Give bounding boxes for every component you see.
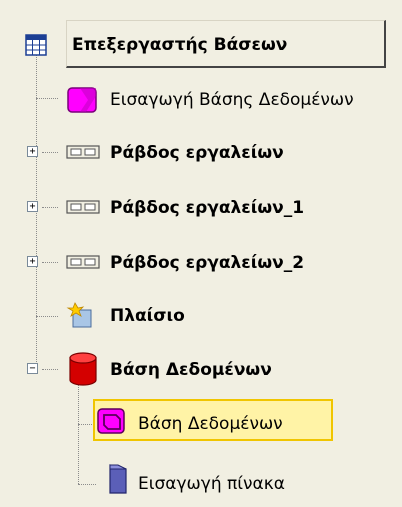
expand-plus-icon[interactable]: + xyxy=(27,256,38,267)
tree-item-toolbar-1[interactable]: Ράβδος εργαλείων_1 xyxy=(110,195,304,221)
tree-connector xyxy=(36,98,58,99)
database-cylinder-icon xyxy=(68,352,98,390)
tree-item-label: Ράβδος εργαλείων xyxy=(110,143,284,163)
toolbar-icon xyxy=(66,254,100,274)
tree-item-frame[interactable]: Πλαίσιο xyxy=(110,303,185,329)
tree-item-label: Βάση Δεδομένων xyxy=(110,360,272,380)
tree-connector xyxy=(42,369,58,370)
magenta-database-icon xyxy=(96,407,126,439)
tree-item-toolbar[interactable]: Ράβδος εργαλείων xyxy=(110,140,284,166)
tree-child-import-table[interactable]: Εισαγωγή πίνακα xyxy=(138,471,285,497)
table-import-icon xyxy=(106,463,130,499)
tree-root-item[interactable]: Επεξεργαστής Βάσεων xyxy=(72,32,287,58)
tree-child-database[interactable]: Βάση Δεδομένων xyxy=(138,411,283,437)
tree-item-label: Εισαγωγή Βάσης Δεδομένων xyxy=(110,90,354,110)
tree-connector xyxy=(36,316,58,317)
magenta-import-icon xyxy=(66,86,98,118)
grid-window-icon xyxy=(25,34,47,60)
tree-connector xyxy=(78,484,96,485)
tree-connector xyxy=(42,262,58,263)
database-editor-tree: Επεξεργαστής Βάσεων Εισαγωγή Βάσης Δεδομ… xyxy=(0,0,402,507)
expand-plus-icon[interactable]: + xyxy=(27,146,38,157)
toolbar-icon xyxy=(66,144,100,164)
tree-connector xyxy=(42,207,58,208)
tree-connector xyxy=(42,152,58,153)
tree-item-label: Εισαγωγή πίνακα xyxy=(138,474,285,494)
tree-item-toolbar-2[interactable]: Ράβδος εργαλείων_2 xyxy=(110,250,304,276)
tree-connector-vertical xyxy=(78,384,79,484)
tree-root-label: Επεξεργαστής Βάσεων xyxy=(72,35,288,55)
tree-item-label: Ράβδος εργαλείων_1 xyxy=(110,198,305,218)
tree-item-label: Βάση Δεδομένων xyxy=(138,414,283,434)
toolbar-icon xyxy=(66,199,100,219)
tree-item-label: Ράβδος εργαλείων_2 xyxy=(110,253,305,273)
expand-plus-icon[interactable]: + xyxy=(27,201,38,212)
tree-item-label: Πλαίσιο xyxy=(110,306,185,326)
tree-item-database[interactable]: Βάση Δεδομένων xyxy=(110,357,272,383)
frame-icon xyxy=(66,302,94,334)
collapse-minus-icon[interactable]: − xyxy=(27,363,38,374)
tree-item-import-database[interactable]: Εισαγωγή Βάσης Δεδομένων xyxy=(110,87,354,113)
